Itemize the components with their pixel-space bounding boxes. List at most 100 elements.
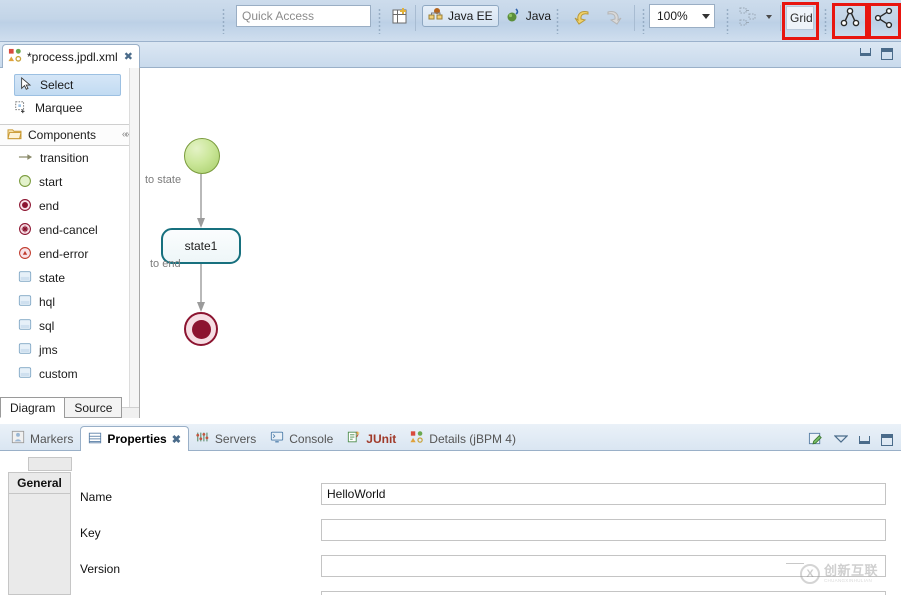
transition-arrow-icon xyxy=(18,151,33,166)
servers-icon xyxy=(196,430,210,447)
tab-details-jbpm[interactable]: Details (jBPM 4) xyxy=(403,426,523,451)
palette-item-start[interactable]: start xyxy=(0,170,139,194)
tab-markers[interactable]: Markers xyxy=(4,426,80,451)
palette-item-custom[interactable]: custom xyxy=(0,362,139,386)
tab-servers[interactable]: Servers xyxy=(189,426,263,451)
tab-console[interactable]: Console xyxy=(263,426,340,451)
toolbar-grip[interactable] xyxy=(642,8,645,34)
tab-markers-label: Markers xyxy=(30,431,74,446)
palette-item-jms-label: jms xyxy=(39,343,58,357)
quick-access-input[interactable]: Quick Access xyxy=(236,5,371,27)
zoom-level-value: 100% xyxy=(657,9,688,23)
palette-item-state[interactable]: state xyxy=(0,266,139,290)
diagram-canvas[interactable]: to state state1 to end xyxy=(140,68,901,418)
palette-group-components[interactable]: Components «« xyxy=(0,124,139,146)
folder-icon xyxy=(7,127,22,143)
diagram-transition-label-to-state[interactable]: to state xyxy=(145,174,181,186)
tab-console-label: Console xyxy=(289,431,334,446)
minimize-icon[interactable] xyxy=(859,436,870,444)
cursor-arrow-icon xyxy=(19,76,33,94)
grid-button-highlight xyxy=(782,2,819,40)
tab-details-jbpm-label: Details (jBPM 4) xyxy=(429,431,516,446)
editor-tab-source[interactable]: Source xyxy=(64,397,123,418)
palette-item-end-label: end xyxy=(39,199,60,213)
properties-input-key[interactable] xyxy=(321,519,886,541)
palette-item-end-error[interactable]: end-error xyxy=(0,242,139,266)
palette-item-transition-label: transition xyxy=(40,151,89,165)
palette-item-end[interactable]: end xyxy=(0,194,139,218)
chevron-down-icon[interactable] xyxy=(702,13,710,19)
toolbar-separator xyxy=(415,5,416,31)
palette-item-transition[interactable]: transition xyxy=(0,146,139,170)
properties-input-description[interactable] xyxy=(321,591,886,595)
perspective-java[interactable]: Java xyxy=(501,5,556,27)
properties-tab-general[interactable]: General xyxy=(8,472,71,494)
layout-tree-highlight xyxy=(832,3,868,39)
properties-input-name[interactable]: HelloWorld xyxy=(321,483,886,505)
tab-junit-label: JUnit xyxy=(366,431,397,446)
toolbar-separator xyxy=(780,5,781,31)
watermark-cn-text: 创新互联 xyxy=(824,563,879,579)
palette-group-label: Components xyxy=(28,128,97,142)
toolbar-grip[interactable] xyxy=(222,8,225,34)
palette-tool-marquee[interactable]: Marquee xyxy=(0,96,139,120)
undo-icon[interactable] xyxy=(572,5,596,29)
zoom-level-combo[interactable]: 100% xyxy=(649,4,715,28)
editor-tab-title: *process.jpdl.xml xyxy=(27,49,118,64)
diagram-transition-label-to-end[interactable]: to end xyxy=(150,258,181,270)
diagram-node-state1-label: state1 xyxy=(184,239,218,253)
end-node-icon xyxy=(18,198,32,215)
palette-item-sql[interactable]: sql xyxy=(0,314,139,338)
palette-item-hql[interactable]: hql xyxy=(0,290,139,314)
custom-node-icon xyxy=(18,366,32,382)
tab-servers-label: Servers xyxy=(214,431,257,446)
junit-icon xyxy=(347,430,361,447)
perspective-java-label: Java xyxy=(525,9,552,23)
minimize-icon[interactable] xyxy=(860,48,871,56)
details-jbpm-icon xyxy=(410,430,424,447)
properties-label-name: Name xyxy=(80,490,113,504)
palette-tool-select-label: Select xyxy=(40,78,74,92)
state-node-icon xyxy=(18,270,32,286)
diagram-connections xyxy=(197,174,205,312)
editor-tab-diagram[interactable]: Diagram xyxy=(0,397,66,418)
palette-item-end-error-label: end-error xyxy=(39,247,89,261)
toolbar-grip[interactable] xyxy=(824,8,827,34)
properties-label-key: Key xyxy=(80,526,101,540)
palette-item-jms[interactable]: jms xyxy=(0,338,139,362)
watermark-en-text: CHUANGXINHULIAN xyxy=(824,578,873,584)
palette-item-end-cancel[interactable]: end-cancel xyxy=(0,218,139,242)
palette-tool-select[interactable]: Select xyxy=(14,74,121,96)
editor-tab-process-jpdl[interactable]: *process.jpdl.xml ✖ xyxy=(2,44,140,68)
jpdl-process-icon xyxy=(8,48,23,66)
end-cancel-node-icon xyxy=(18,222,32,239)
editor-tab-bar: *process.jpdl.xml ✖ xyxy=(0,42,901,68)
pin-edit-icon[interactable] xyxy=(808,431,823,449)
toolbar-grip[interactable] xyxy=(378,8,381,34)
java-perspective-icon xyxy=(506,7,522,26)
editor-bottom-tabs: Diagram Source xyxy=(0,397,123,418)
view-menu-icon[interactable] xyxy=(833,433,849,447)
tab-properties[interactable]: Properties ✖ xyxy=(80,426,189,451)
close-icon[interactable]: ✖ xyxy=(172,433,181,446)
new-wizard-icon[interactable] xyxy=(389,5,413,29)
editor-area: *process.jpdl.xml ✖ Select Marquee Compo… xyxy=(0,42,901,418)
toolbar-grip[interactable] xyxy=(726,8,729,34)
maximize-icon[interactable] xyxy=(881,48,893,60)
chevrons-left-icon[interactable]: «« xyxy=(122,129,131,140)
properties-tab-scroll[interactable] xyxy=(28,457,72,471)
palette-vertical-scrollbar[interactable] xyxy=(129,68,139,407)
close-icon[interactable]: ✖ xyxy=(124,50,133,63)
watermark-logo-icon: X xyxy=(800,564,820,584)
redo-icon[interactable] xyxy=(600,5,624,29)
toolbar-grip[interactable] xyxy=(556,8,559,34)
diagram-node-end[interactable] xyxy=(184,312,218,346)
align-dropdown-chevron-icon[interactable] xyxy=(766,15,772,19)
perspective-java-ee[interactable]: Java EE xyxy=(422,5,499,27)
java-ee-perspective-icon xyxy=(428,7,444,26)
tab-junit[interactable]: JUnit xyxy=(340,426,403,451)
properties-view: General Name HelloWorld Key Version Desc… xyxy=(0,451,901,595)
align-distribute-icon[interactable] xyxy=(736,5,760,29)
maximize-icon[interactable] xyxy=(881,434,893,446)
palette-item-hql-label: hql xyxy=(39,295,56,309)
